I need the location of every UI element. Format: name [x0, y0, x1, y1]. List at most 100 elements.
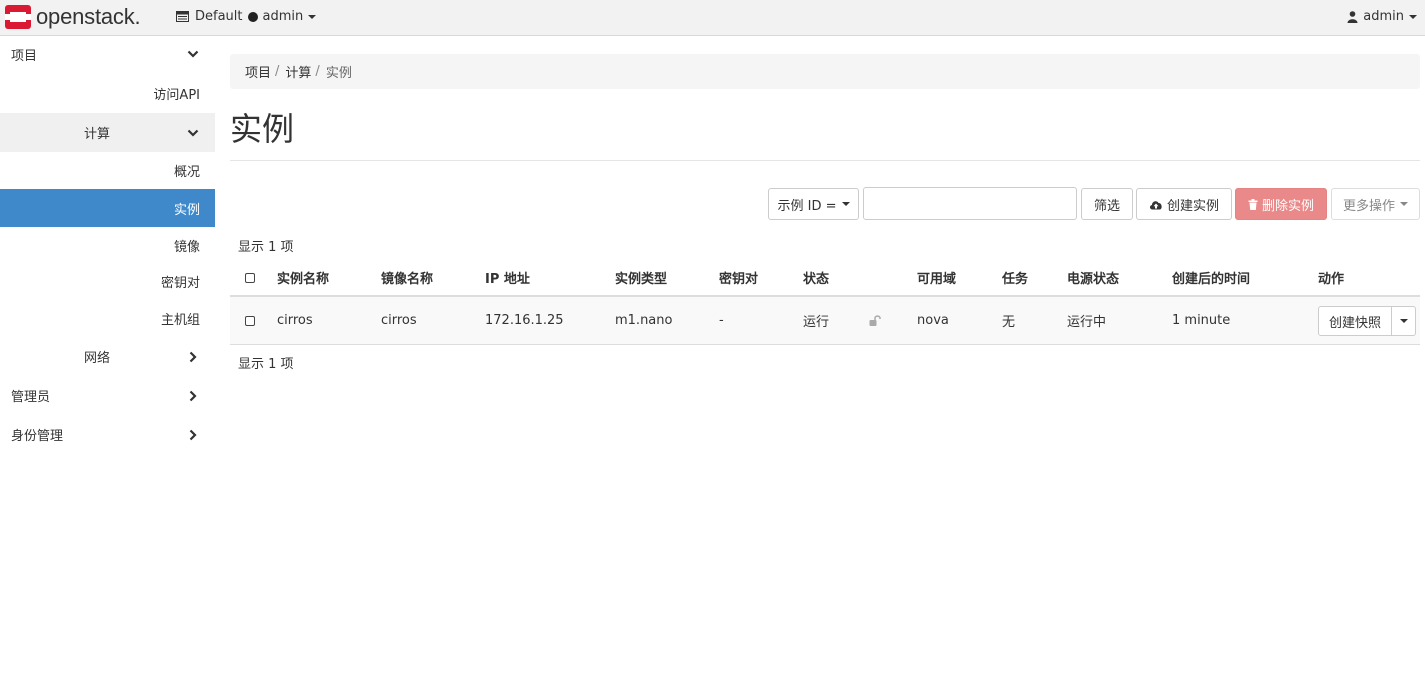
caret-down-icon	[841, 202, 850, 206]
create-snapshot-button[interactable]: 创建快照	[1318, 306, 1393, 336]
sidebar-item-label: 实例	[173, 202, 200, 218]
project-dropdown[interactable]: Default admin	[176, 9, 317, 24]
col-header-age[interactable]: 创建后的时间	[1172, 260, 1250, 295]
title-divider	[230, 160, 1420, 161]
sidebar-item-project[interactable]: 项目	[0, 36, 215, 72]
brand[interactable]: openstack.	[4, 3, 141, 31]
sidebar-item-images[interactable]: 镜像	[0, 227, 215, 263]
sidebar-item-label: 概况	[173, 164, 200, 180]
sidebar-item-admin[interactable]: 管理员	[0, 377, 215, 414]
sidebar-item-label: 身份管理	[11, 429, 64, 444]
breadcrumb: 项目 / 计算 / 实例	[230, 54, 1420, 89]
row-checkbox[interactable]	[245, 315, 255, 326]
breadcrumb-item-instances: 实例	[325, 66, 352, 81]
col-header-image[interactable]: 镜像名称	[381, 260, 433, 295]
brand-text: openstack.	[36, 4, 141, 29]
chevron-right-icon	[189, 351, 197, 362]
sidebar-item-api-access[interactable]: 访问API	[0, 75, 215, 112]
trash-icon	[1248, 198, 1258, 210]
separator-dot-icon	[247, 11, 258, 22]
sidebar-item-label: 密钥对	[160, 275, 200, 291]
chevron-down-icon	[187, 50, 199, 58]
sidebar-item-instances[interactable]: 实例	[0, 189, 215, 227]
cloud-upload-icon	[1149, 200, 1162, 209]
breadcrumb-item-project[interactable]: 项目	[245, 62, 271, 81]
more-actions-button[interactable]: 更多操作	[1331, 188, 1420, 220]
unlocked-icon-cell	[869, 297, 881, 344]
caret-down-icon	[1400, 202, 1408, 206]
filter-field-label: 示例 ID =	[777, 198, 837, 214]
filter-field-select[interactable]: 示例 ID =	[768, 188, 859, 220]
row-actions-group: 创建快照	[1318, 306, 1417, 336]
row-select-cell	[245, 297, 255, 344]
col-header-power[interactable]: 电源状态	[1067, 260, 1119, 295]
project-name: admin	[262, 9, 304, 24]
instance-age: 1 minute	[1172, 313, 1231, 328]
breadcrumb-separator: /	[275, 64, 280, 79]
user-name: admin	[1363, 9, 1404, 24]
caret-down-icon	[1409, 14, 1417, 19]
sidebar-item-compute[interactable]: 计算	[0, 113, 215, 152]
filter-button[interactable]: 筛选	[1081, 188, 1133, 220]
chevron-down-icon	[187, 129, 199, 137]
sidebar-item-key-pairs[interactable]: 密钥对	[0, 263, 215, 299]
more-actions-label: 更多操作	[1342, 198, 1395, 214]
filter-input[interactable]	[863, 187, 1077, 220]
instance-task: 无	[1002, 315, 1016, 330]
breadcrumb-item-compute[interactable]: 计算	[285, 62, 311, 81]
col-header-az[interactable]: 可用域	[917, 260, 956, 295]
launch-instance-label: 创建实例	[1166, 198, 1219, 214]
chevron-right-icon	[189, 390, 197, 401]
instance-status: 运行	[803, 315, 830, 330]
unlock-icon	[869, 315, 881, 326]
sidebar-item-label: 计算	[83, 127, 110, 142]
sidebar-item-network[interactable]: 网络	[0, 338, 215, 375]
caret-down-icon	[308, 14, 317, 19]
sidebar-item-label: 项目	[11, 48, 38, 64]
instance-ip: 172.16.1.25	[485, 313, 564, 328]
table-row: cirros cirros 172.16.1.25 m1.nano - 运行 n…	[230, 297, 1420, 345]
sidebar-item-overview[interactable]: 概况	[0, 152, 215, 188]
col-header-status[interactable]: 状态	[803, 260, 829, 295]
instance-flavor-link[interactable]: m1.nano	[615, 297, 672, 344]
instance-power-state: 运行中	[1067, 315, 1107, 330]
item-count-top: 显示 1 项	[238, 240, 294, 255]
sidebar-item-label: 管理员	[11, 390, 51, 405]
caret-down-icon	[1399, 319, 1408, 323]
top-navbar: openstack. Default admin admin	[0, 0, 1425, 36]
chevron-right-icon	[189, 429, 197, 440]
launch-instance-button[interactable]: 创建实例	[1136, 188, 1232, 220]
select-all-checkbox[interactable]	[245, 272, 255, 283]
sidebar-item-label: 镜像	[173, 239, 200, 255]
table-header: 实例名称 镜像名称 IP 地址 实例类型 密钥对 状态 可用域 任务 电源状态 …	[230, 260, 1420, 297]
project-domain: Default	[195, 9, 243, 24]
openstack-logo-icon	[5, 5, 31, 29]
delete-instances-button[interactable]: 删除实例	[1235, 188, 1327, 220]
delete-instances-label: 删除实例	[1261, 198, 1314, 214]
sidebar-item-label: 网络	[83, 351, 110, 366]
col-header-actions: 动作	[1318, 272, 1345, 287]
user-dropdown[interactable]: admin	[1347, 9, 1417, 24]
sidebar-item-label: 主机组	[160, 312, 200, 328]
row-actions-dropdown-toggle[interactable]	[1392, 306, 1417, 336]
col-header-task[interactable]: 任务	[1002, 260, 1028, 295]
filter-button-label: 筛选	[1093, 198, 1120, 214]
select-all-cell	[245, 260, 255, 295]
breadcrumb-separator: /	[315, 64, 320, 79]
col-header-name[interactable]: 实例名称	[277, 260, 329, 295]
col-header-ip[interactable]: IP 地址	[485, 260, 530, 295]
instance-keypair: -	[719, 313, 724, 328]
sidebar-item-identity[interactable]: 身份管理	[0, 416, 215, 453]
instance-az: nova	[917, 313, 949, 328]
instance-name-link[interactable]: cirros	[277, 297, 313, 344]
project-icon	[176, 11, 189, 22]
sidebar-item-label: 访问API	[153, 88, 200, 103]
col-header-keypair[interactable]: 密钥对	[719, 260, 758, 295]
sidebar-item-host-groups[interactable]: 主机组	[0, 300, 215, 336]
user-icon	[1347, 10, 1358, 23]
page-title: 实例	[230, 110, 295, 148]
col-header-flavor[interactable]: 实例类型	[615, 260, 667, 295]
sidebar: 项目 访问API 计算 概况 实例 镜像 密钥对 主机组 网络 管理员 身份管理	[0, 36, 215, 690]
instance-image: cirros	[381, 313, 417, 328]
item-count-bottom: 显示 1 项	[238, 357, 294, 372]
